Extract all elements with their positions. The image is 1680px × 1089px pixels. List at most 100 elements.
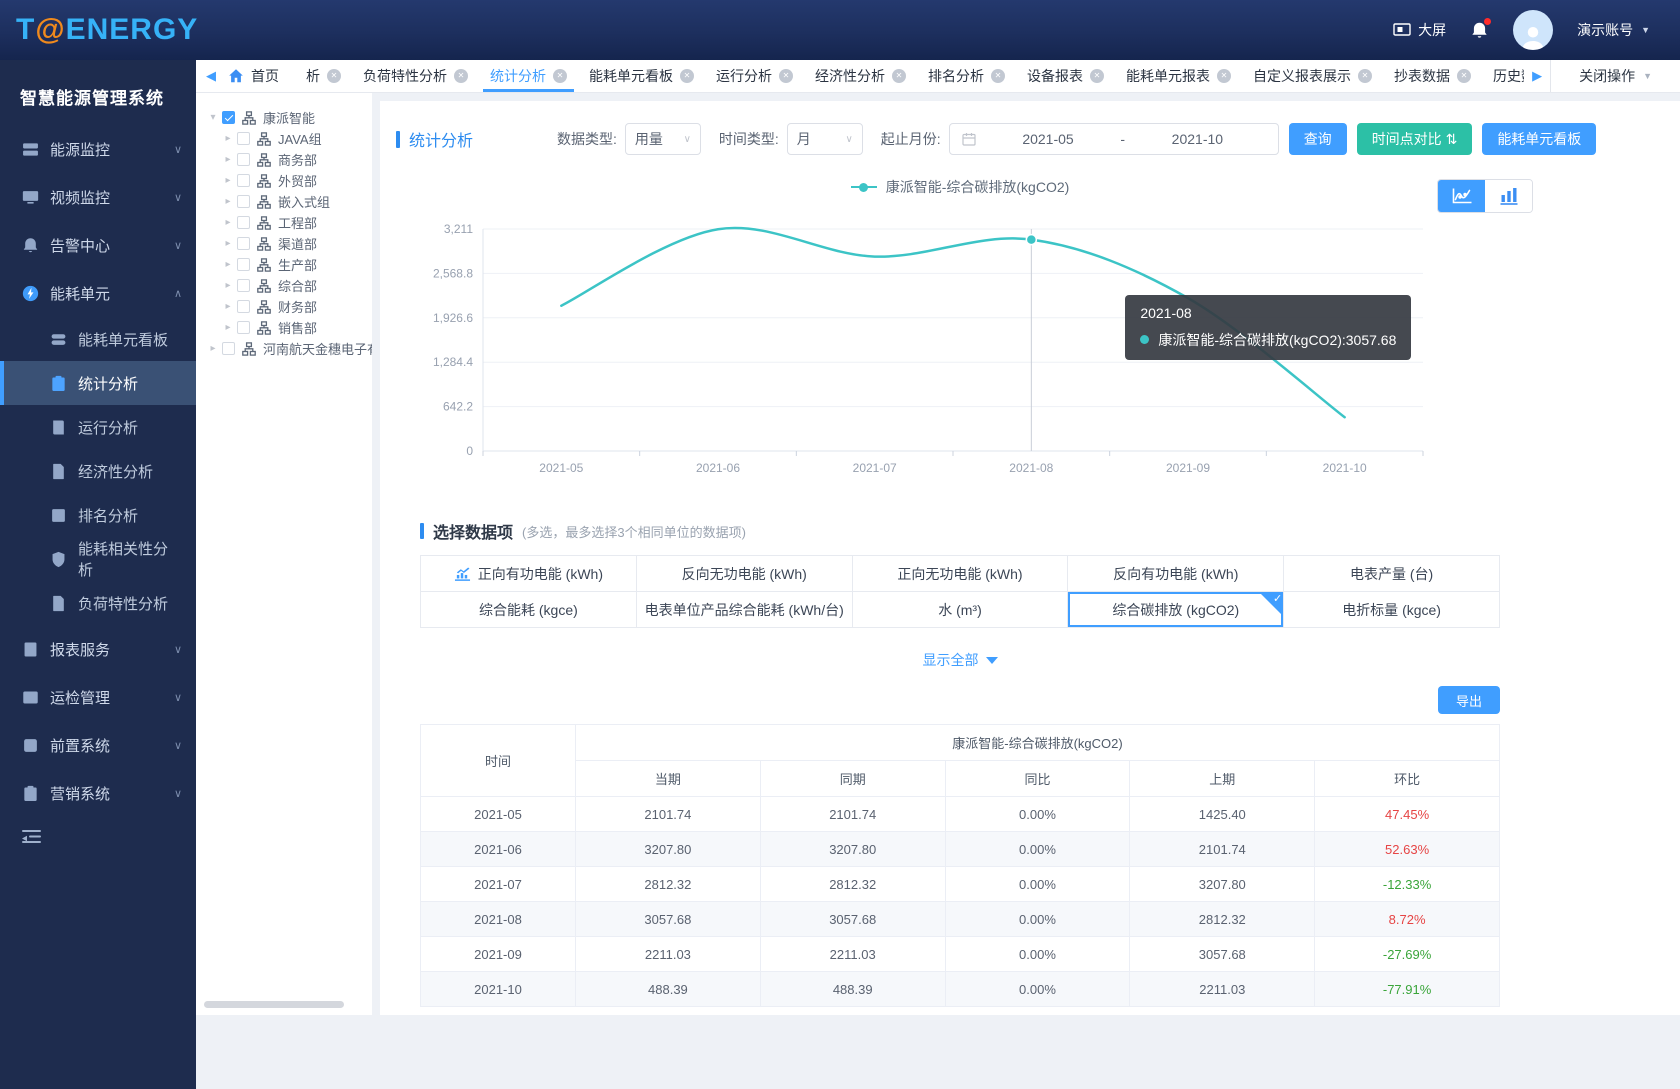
tree-node-6[interactable]: ▸生产部 — [206, 254, 372, 275]
tab-item-8[interactable]: 能耗单元报表✕ — [1115, 60, 1242, 92]
sidebar-subitem-3-5[interactable]: 能耗相关性分析 — [0, 537, 196, 581]
time-type-select[interactable]: 月 ∨ — [787, 123, 863, 155]
tab-home[interactable]: 首页 — [226, 60, 295, 92]
tab-close-icon[interactable]: ✕ — [454, 69, 468, 83]
range-end-value[interactable]: 2021-10 — [1129, 131, 1266, 147]
data-item-cell-9[interactable]: 电折标量 (kgce) — [1284, 592, 1500, 628]
tab-scroll-right-icon[interactable]: ▶ — [1524, 60, 1550, 92]
sidebar-subitem-3-3[interactable]: 经济性分析 — [0, 449, 196, 493]
tree-toggle-icon[interactable]: ▸ — [221, 175, 235, 186]
tree-checkbox[interactable] — [222, 111, 235, 124]
sidebar-item-4[interactable]: 报表服务∨ — [0, 625, 196, 673]
sidebar-item-6[interactable]: 前置系统∨ — [0, 721, 196, 769]
data-item-cell-8[interactable]: 综合碳排放 (kgCO2) — [1068, 592, 1284, 628]
big-screen-button[interactable]: 大屏 — [1393, 20, 1446, 40]
tab-item-9[interactable]: 自定义报表展示✕ — [1242, 60, 1383, 92]
tab-item-6[interactable]: 排名分析✕ — [917, 60, 1016, 92]
sidebar-subitem-3-4[interactable]: 排名分析 — [0, 493, 196, 537]
tree-toggle-icon[interactable]: ▸ — [221, 259, 235, 270]
tab-item-4[interactable]: 运行分析✕ — [705, 60, 804, 92]
sidebar-item-2[interactable]: 告警中心∨ — [0, 221, 196, 269]
tree-toggle-icon[interactable]: ▸ — [221, 217, 235, 228]
sidebar-subitem-3-2[interactable]: 运行分析 — [0, 405, 196, 449]
tree-node-root[interactable]: ▾康派智能 — [206, 107, 372, 128]
tree-toggle-icon[interactable]: ▸ — [221, 154, 235, 165]
tree-node-7[interactable]: ▸综合部 — [206, 275, 372, 296]
collapse-sidebar-button[interactable] — [0, 817, 196, 844]
sidebar-item-3[interactable]: 能耗单元∧ — [0, 269, 196, 317]
range-start-value[interactable]: 2021-05 — [980, 131, 1117, 147]
tab-close-icon[interactable]: ✕ — [327, 69, 341, 83]
data-item-cell-7[interactable]: 水 (m³) — [853, 592, 1069, 628]
account-menu[interactable]: 演示账号 ▼ — [1577, 20, 1650, 40]
line-chart-toggle[interactable] — [1438, 180, 1485, 212]
tree-node-1[interactable]: ▸商务部 — [206, 149, 372, 170]
sidebar-subitem-3-1[interactable]: 统计分析 — [0, 361, 196, 405]
tree-toggle-icon[interactable]: ▸ — [206, 343, 220, 354]
sidebar-item-1[interactable]: 视频监控∨ — [0, 173, 196, 221]
tree-node-0[interactable]: ▸JAVA组 — [206, 128, 372, 149]
sidebar-item-7[interactable]: 营销系统∨ — [0, 769, 196, 817]
tab-close-icon[interactable]: ✕ — [892, 69, 906, 83]
tree-checkbox[interactable] — [237, 132, 250, 145]
data-item-cell-5[interactable]: 综合能耗 (kgce) — [421, 592, 637, 628]
tab-close-icon[interactable]: ✕ — [779, 69, 793, 83]
tree-checkbox[interactable] — [222, 342, 235, 355]
sidebar-subitem-3-0[interactable]: 能耗单元看板 — [0, 317, 196, 361]
tree-node-3[interactable]: ▸嵌入式组 — [206, 191, 372, 212]
tree-scrollbar[interactable] — [204, 1001, 344, 1008]
tab-item-5[interactable]: 经济性分析✕ — [804, 60, 917, 92]
tree-node-5[interactable]: ▸渠道部 — [206, 233, 372, 254]
tree-checkbox[interactable] — [237, 237, 250, 250]
energy-unit-kanban-button[interactable]: 能耗单元看板 — [1482, 123, 1596, 155]
tree-toggle-icon[interactable]: ▸ — [221, 322, 235, 333]
data-item-cell-0[interactable]: 正向有功电能 (kWh) — [421, 556, 637, 592]
sidebar-subitem-3-6[interactable]: 负荷特性分析 — [0, 581, 196, 625]
tab-close-icon[interactable]: ✕ — [1358, 69, 1372, 83]
sidebar-item-0[interactable]: 能源监控∨ — [0, 125, 196, 173]
close-operations-menu[interactable]: 关闭操作 ▼ — [1550, 60, 1680, 92]
tree-checkbox[interactable] — [237, 174, 250, 187]
data-item-cell-1[interactable]: 反向无功电能 (kWh) — [637, 556, 853, 592]
tab-item-7[interactable]: 设备报表✕ — [1016, 60, 1115, 92]
data-item-cell-2[interactable]: 正向无功电能 (kWh) — [853, 556, 1069, 592]
tab-close-icon[interactable]: ✕ — [680, 69, 694, 83]
tab-item-3[interactable]: 能耗单元看板✕ — [578, 60, 705, 92]
export-button[interactable]: 导出 — [1438, 686, 1500, 714]
tab-item-2[interactable]: 统计分析✕ — [479, 60, 578, 92]
tree-checkbox[interactable] — [237, 321, 250, 334]
sidebar-item-5[interactable]: 运检管理∨ — [0, 673, 196, 721]
tree-node-sibling[interactable]: ▸河南航天金穗电子有 — [206, 338, 372, 359]
tab-close-icon[interactable]: ✕ — [1457, 69, 1471, 83]
tree-node-4[interactable]: ▸工程部 — [206, 212, 372, 233]
tree-toggle-icon[interactable]: ▸ — [221, 196, 235, 207]
tree-checkbox[interactable] — [237, 300, 250, 313]
time-compare-button[interactable]: 时间点对比 ⇅ — [1357, 123, 1473, 155]
tree-checkbox[interactable] — [237, 258, 250, 271]
tree-checkbox[interactable] — [237, 216, 250, 229]
notification-bell[interactable] — [1470, 21, 1489, 40]
tab-item-0[interactable]: 析✕ — [295, 60, 352, 92]
tree-toggle-icon[interactable]: ▸ — [221, 133, 235, 144]
tab-close-icon[interactable]: ✕ — [1217, 69, 1231, 83]
show-all-toggle[interactable]: 显示全部 — [420, 650, 1500, 670]
tree-checkbox[interactable] — [237, 153, 250, 166]
tree-toggle-icon[interactable]: ▸ — [221, 280, 235, 291]
tree-node-8[interactable]: ▸财务部 — [206, 296, 372, 317]
data-item-cell-6[interactable]: 电表单位产品综合能耗 (kWh/台) — [637, 592, 853, 628]
data-item-cell-4[interactable]: 电表产量 (台) — [1284, 556, 1500, 592]
tab-close-icon[interactable]: ✕ — [991, 69, 1005, 83]
bar-chart-toggle[interactable] — [1485, 180, 1532, 212]
data-type-select[interactable]: 用量 ∨ — [625, 123, 701, 155]
tab-close-icon[interactable]: ✕ — [553, 69, 567, 83]
avatar[interactable] — [1513, 10, 1553, 50]
tab-scroll-left-icon[interactable]: ◀ — [196, 60, 226, 92]
tab-close-icon[interactable]: ✕ — [1090, 69, 1104, 83]
tree-toggle-icon[interactable]: ▸ — [221, 301, 235, 312]
tab-item-10[interactable]: 抄表数据✕ — [1383, 60, 1482, 92]
tab-item-11[interactable]: 历史数据✕ — [1482, 60, 1524, 92]
statistics-line-chart[interactable]: 0642.21,284.41,926.62,568.83,2112021-052… — [380, 211, 1680, 483]
tab-item-1[interactable]: 负荷特性分析✕ — [352, 60, 479, 92]
tree-toggle-icon[interactable]: ▾ — [206, 112, 220, 123]
tree-toggle-icon[interactable]: ▸ — [221, 238, 235, 249]
